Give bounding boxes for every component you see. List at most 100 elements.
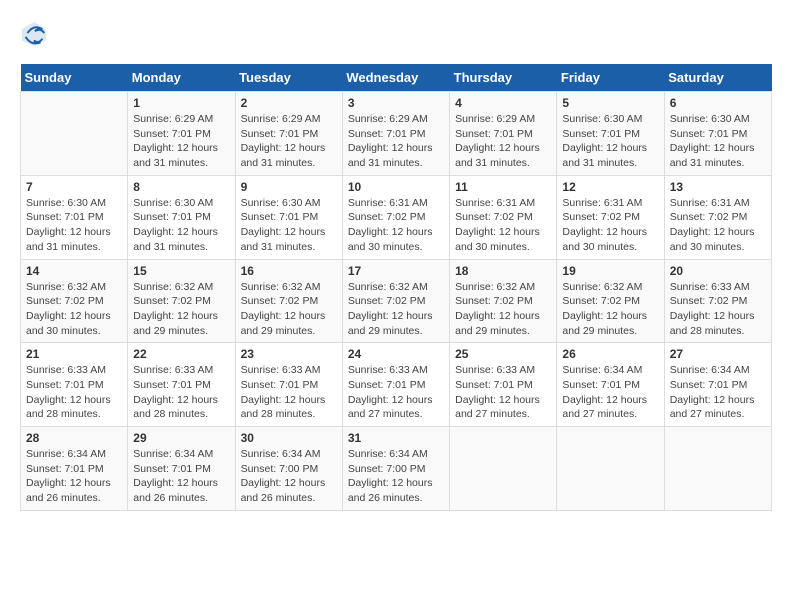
daylight-text: Daylight: 12 hours and 27 minutes. xyxy=(348,394,433,421)
sunrise-text: Sunrise: 6:34 AM xyxy=(670,364,750,376)
daylight-text: Daylight: 12 hours and 31 minutes. xyxy=(455,142,540,169)
day-info: Sunrise: 6:34 AM Sunset: 7:01 PM Dayligh… xyxy=(133,447,229,506)
daylight-text: Daylight: 12 hours and 29 minutes. xyxy=(562,310,647,337)
day-info: Sunrise: 6:30 AM Sunset: 7:01 PM Dayligh… xyxy=(670,112,766,171)
sunrise-text: Sunrise: 6:31 AM xyxy=(348,197,428,209)
sunrise-text: Sunrise: 6:34 AM xyxy=(241,448,321,460)
sunrise-text: Sunrise: 6:34 AM xyxy=(26,448,106,460)
calendar-week-row: 7 Sunrise: 6:30 AM Sunset: 7:01 PM Dayli… xyxy=(21,175,772,259)
day-number: 27 xyxy=(670,347,766,361)
day-number: 6 xyxy=(670,96,766,110)
calendar-cell xyxy=(664,427,771,511)
calendar-cell: 17 Sunrise: 6:32 AM Sunset: 7:02 PM Dayl… xyxy=(342,259,449,343)
day-info: Sunrise: 6:29 AM Sunset: 7:01 PM Dayligh… xyxy=(133,112,229,171)
calendar-cell: 1 Sunrise: 6:29 AM Sunset: 7:01 PM Dayli… xyxy=(128,92,235,176)
day-info: Sunrise: 6:31 AM Sunset: 7:02 PM Dayligh… xyxy=(455,196,551,255)
calendar-cell: 14 Sunrise: 6:32 AM Sunset: 7:02 PM Dayl… xyxy=(21,259,128,343)
day-info: Sunrise: 6:34 AM Sunset: 7:01 PM Dayligh… xyxy=(670,363,766,422)
daylight-text: Daylight: 12 hours and 28 minutes. xyxy=(670,310,755,337)
calendar-cell: 3 Sunrise: 6:29 AM Sunset: 7:01 PM Dayli… xyxy=(342,92,449,176)
sunset-text: Sunset: 7:02 PM xyxy=(241,295,319,307)
calendar-cell xyxy=(557,427,664,511)
calendar-cell: 11 Sunrise: 6:31 AM Sunset: 7:02 PM Dayl… xyxy=(450,175,557,259)
day-info: Sunrise: 6:34 AM Sunset: 7:01 PM Dayligh… xyxy=(26,447,122,506)
calendar-cell xyxy=(21,92,128,176)
daylight-text: Daylight: 12 hours and 29 minutes. xyxy=(455,310,540,337)
daylight-text: Daylight: 12 hours and 31 minutes. xyxy=(562,142,647,169)
header-saturday: Saturday xyxy=(664,64,771,92)
sunrise-text: Sunrise: 6:30 AM xyxy=(670,113,750,125)
sunset-text: Sunset: 7:00 PM xyxy=(348,463,426,475)
header-thursday: Thursday xyxy=(450,64,557,92)
daylight-text: Daylight: 12 hours and 31 minutes. xyxy=(348,142,433,169)
day-number: 7 xyxy=(26,180,122,194)
header-wednesday: Wednesday xyxy=(342,64,449,92)
sunrise-text: Sunrise: 6:34 AM xyxy=(348,448,428,460)
sunrise-text: Sunrise: 6:32 AM xyxy=(348,281,428,293)
sunset-text: Sunset: 7:01 PM xyxy=(455,379,533,391)
calendar-cell: 6 Sunrise: 6:30 AM Sunset: 7:01 PM Dayli… xyxy=(664,92,771,176)
sunset-text: Sunset: 7:01 PM xyxy=(562,128,640,140)
header-friday: Friday xyxy=(557,64,664,92)
calendar-cell: 31 Sunrise: 6:34 AM Sunset: 7:00 PM Dayl… xyxy=(342,427,449,511)
sunrise-text: Sunrise: 6:34 AM xyxy=(562,364,642,376)
day-number: 30 xyxy=(241,431,337,445)
sunset-text: Sunset: 7:01 PM xyxy=(133,128,211,140)
calendar-header: Sunday Monday Tuesday Wednesday Thursday… xyxy=(21,64,772,92)
logo-icon xyxy=(20,20,48,48)
calendar-cell: 12 Sunrise: 6:31 AM Sunset: 7:02 PM Dayl… xyxy=(557,175,664,259)
day-number: 16 xyxy=(241,264,337,278)
day-number: 19 xyxy=(562,264,658,278)
sunset-text: Sunset: 7:01 PM xyxy=(26,463,104,475)
header-monday: Monday xyxy=(128,64,235,92)
day-info: Sunrise: 6:32 AM Sunset: 7:02 PM Dayligh… xyxy=(26,280,122,339)
calendar-cell: 20 Sunrise: 6:33 AM Sunset: 7:02 PM Dayl… xyxy=(664,259,771,343)
day-number: 1 xyxy=(133,96,229,110)
calendar-week-row: 21 Sunrise: 6:33 AM Sunset: 7:01 PM Dayl… xyxy=(21,343,772,427)
day-info: Sunrise: 6:30 AM Sunset: 7:01 PM Dayligh… xyxy=(241,196,337,255)
day-number: 20 xyxy=(670,264,766,278)
day-info: Sunrise: 6:32 AM Sunset: 7:02 PM Dayligh… xyxy=(348,280,444,339)
day-info: Sunrise: 6:34 AM Sunset: 7:00 PM Dayligh… xyxy=(241,447,337,506)
sunset-text: Sunset: 7:02 PM xyxy=(348,211,426,223)
sunrise-text: Sunrise: 6:29 AM xyxy=(455,113,535,125)
sunset-text: Sunset: 7:00 PM xyxy=(241,463,319,475)
sunset-text: Sunset: 7:01 PM xyxy=(670,128,748,140)
sunrise-text: Sunrise: 6:32 AM xyxy=(26,281,106,293)
daylight-text: Daylight: 12 hours and 30 minutes. xyxy=(670,226,755,253)
day-number: 14 xyxy=(26,264,122,278)
day-number: 4 xyxy=(455,96,551,110)
day-info: Sunrise: 6:33 AM Sunset: 7:01 PM Dayligh… xyxy=(133,363,229,422)
sunset-text: Sunset: 7:01 PM xyxy=(241,211,319,223)
day-info: Sunrise: 6:30 AM Sunset: 7:01 PM Dayligh… xyxy=(133,196,229,255)
daylight-text: Daylight: 12 hours and 30 minutes. xyxy=(348,226,433,253)
daylight-text: Daylight: 12 hours and 29 minutes. xyxy=(348,310,433,337)
sunrise-text: Sunrise: 6:29 AM xyxy=(133,113,213,125)
day-info: Sunrise: 6:32 AM Sunset: 7:02 PM Dayligh… xyxy=(241,280,337,339)
day-info: Sunrise: 6:29 AM Sunset: 7:01 PM Dayligh… xyxy=(455,112,551,171)
daylight-text: Daylight: 12 hours and 28 minutes. xyxy=(133,394,218,421)
calendar-cell: 7 Sunrise: 6:30 AM Sunset: 7:01 PM Dayli… xyxy=(21,175,128,259)
calendar-cell: 15 Sunrise: 6:32 AM Sunset: 7:02 PM Dayl… xyxy=(128,259,235,343)
calendar-cell: 5 Sunrise: 6:30 AM Sunset: 7:01 PM Dayli… xyxy=(557,92,664,176)
day-number: 9 xyxy=(241,180,337,194)
sunset-text: Sunset: 7:02 PM xyxy=(562,295,640,307)
daylight-text: Daylight: 12 hours and 27 minutes. xyxy=(670,394,755,421)
day-number: 2 xyxy=(241,96,337,110)
daylight-text: Daylight: 12 hours and 29 minutes. xyxy=(241,310,326,337)
daylight-text: Daylight: 12 hours and 30 minutes. xyxy=(455,226,540,253)
daylight-text: Daylight: 12 hours and 26 minutes. xyxy=(348,477,433,504)
sunrise-text: Sunrise: 6:31 AM xyxy=(562,197,642,209)
day-number: 18 xyxy=(455,264,551,278)
day-number: 23 xyxy=(241,347,337,361)
sunrise-text: Sunrise: 6:29 AM xyxy=(241,113,321,125)
day-number: 10 xyxy=(348,180,444,194)
daylight-text: Daylight: 12 hours and 31 minutes. xyxy=(133,142,218,169)
day-number: 8 xyxy=(133,180,229,194)
sunset-text: Sunset: 7:01 PM xyxy=(133,463,211,475)
day-number: 12 xyxy=(562,180,658,194)
sunset-text: Sunset: 7:01 PM xyxy=(562,379,640,391)
day-info: Sunrise: 6:33 AM Sunset: 7:01 PM Dayligh… xyxy=(348,363,444,422)
sunrise-text: Sunrise: 6:32 AM xyxy=(241,281,321,293)
sunrise-text: Sunrise: 6:33 AM xyxy=(670,281,750,293)
